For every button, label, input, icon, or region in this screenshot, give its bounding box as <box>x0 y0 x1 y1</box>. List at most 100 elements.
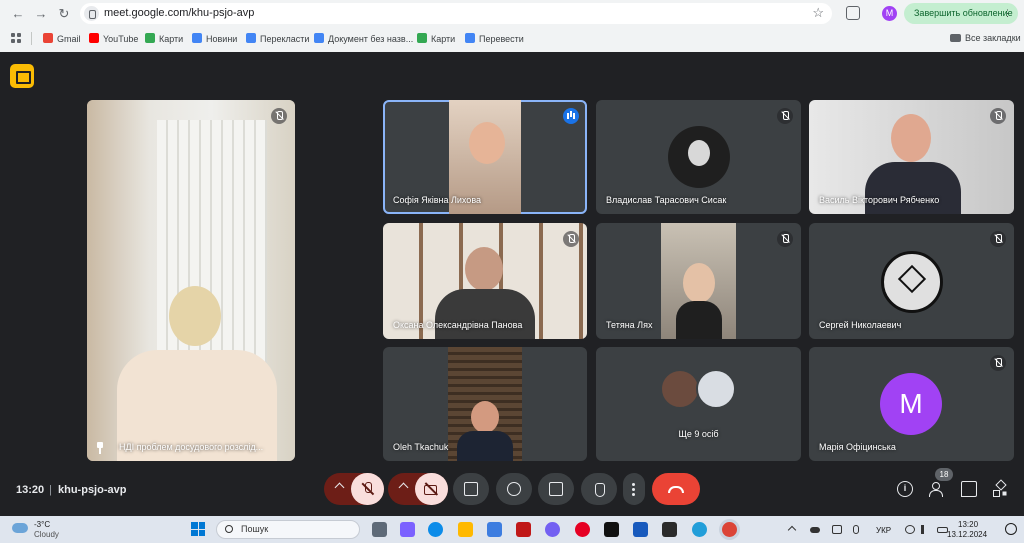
forward-icon[interactable]: → <box>33 6 49 22</box>
bookmark-translate[interactable]: Перекласти <box>246 33 309 44</box>
store-icon[interactable] <box>487 522 502 537</box>
site-info-icon[interactable] <box>84 6 99 21</box>
microphone-icon[interactable] <box>853 525 859 534</box>
bookmarks-bar: Gmail YouTube Карти Новини Перекласти До… <box>0 28 1024 50</box>
bookmark-maps-2[interactable]: Карти <box>417 33 455 44</box>
terminal-icon[interactable] <box>662 522 677 537</box>
participant-avatar: M <box>880 373 942 435</box>
people-icon[interactable] <box>929 481 945 497</box>
taskbar-search[interactable]: Пошук <box>216 520 360 539</box>
bookmark-gmail[interactable]: Gmail <box>43 33 81 44</box>
telegram-icon[interactable] <box>692 522 707 537</box>
hang-up-icon <box>668 486 684 493</box>
onedrive-icon[interactable] <box>810 527 820 533</box>
chevron-up-icon[interactable] <box>787 525 797 535</box>
bookmark-youtube[interactable]: YouTube <box>89 33 138 44</box>
menu-dots-icon[interactable]: ⋮ <box>1003 3 1012 24</box>
more-options-button[interactable] <box>623 473 645 505</box>
weather-condition[interactable]: Cloudy <box>34 530 59 539</box>
participant-tile[interactable]: M Марія Офіцинська <box>809 347 1014 461</box>
participant-name: Oleh Tkachuk <box>393 442 449 452</box>
address-bar[interactable]: meet.google.com/khu-psjo-avp ☆ <box>80 3 832 24</box>
participant-name: Тетяна Лях <box>606 320 653 330</box>
reactions-button[interactable] <box>496 473 532 505</box>
mic-off-icon <box>990 355 1006 371</box>
person-head <box>465 247 503 291</box>
activities-icon[interactable] <box>993 481 1009 497</box>
bookmark-document[interactable]: Документ без назв... <box>314 33 413 44</box>
others-tile[interactable]: Ще 9 осіб <box>596 347 801 461</box>
input-language[interactable]: УКР <box>876 526 891 535</box>
present-button[interactable] <box>538 473 574 505</box>
mic-control-group <box>324 473 384 505</box>
bookmark-maps[interactable]: Карти <box>145 33 183 44</box>
chrome-icon[interactable] <box>722 522 737 537</box>
pinned-tile[interactable]: НДІ проблем досудового розслід... <box>87 100 295 461</box>
monitor-icon[interactable] <box>832 525 842 534</box>
weather-temperature[interactable]: -3°C <box>34 520 50 529</box>
translate-icon <box>246 33 256 43</box>
cloud-icon[interactable] <box>12 523 28 533</box>
bookmark-translate-2[interactable]: Перевести <box>465 33 524 44</box>
search-icon <box>225 525 233 533</box>
gmail-icon <box>43 33 53 43</box>
mic-off-icon <box>990 231 1006 247</box>
profile-avatar[interactable]: M <box>882 6 897 21</box>
bookmark-news[interactable]: Новини <box>192 33 237 44</box>
folder-icon[interactable] <box>458 522 473 537</box>
windows-start-icon[interactable] <box>191 522 205 536</box>
notifications-icon[interactable] <box>1005 523 1017 535</box>
mic-toggle-button[interactable] <box>351 473 384 505</box>
viber-icon[interactable] <box>545 522 560 537</box>
finish-update-button[interactable]: Завершить обновление ⋮ <box>904 3 1018 24</box>
participant-tile[interactable]: Софія Яківна Лихова <box>383 100 587 214</box>
raise-hand-button[interactable] <box>581 473 617 505</box>
docs-icon <box>314 33 324 43</box>
search-placeholder: Пошук <box>241 524 269 534</box>
url-text[interactable]: meet.google.com/khu-psjo-avp <box>104 7 254 19</box>
info-icon[interactable]: i <box>897 481 913 497</box>
clock-time[interactable]: 13:20 <box>958 520 978 529</box>
windows-taskbar: -3°C Cloudy Пошук УКР 13:20 13.12.2024 <box>0 516 1024 543</box>
captions-button[interactable] <box>453 473 489 505</box>
camera-notice-icon[interactable] <box>10 64 34 88</box>
mic-off-icon <box>271 108 287 124</box>
pin-icon[interactable] <box>95 442 105 454</box>
mcafee-icon[interactable] <box>516 522 531 537</box>
mic-off-icon <box>563 231 579 247</box>
participant-tile[interactable]: Владислав Тарасович Сисак <box>596 100 801 214</box>
bookmark-star-icon[interactable]: ☆ <box>812 5 824 21</box>
word-icon[interactable] <box>633 522 648 537</box>
participant-tile[interactable]: Oleh Tkachuk <box>383 347 587 461</box>
participant-tile[interactable]: Тетяна Лях <box>596 223 801 339</box>
mic-off-icon <box>990 108 1006 124</box>
captions-icon <box>464 482 478 496</box>
reload-icon[interactable]: ↻ <box>56 6 72 22</box>
task-view-icon[interactable] <box>372 522 387 537</box>
participant-tile[interactable]: Оксана Олександрівна Панова <box>383 223 587 339</box>
clock-date[interactable]: 13.12.2024 <box>947 530 987 539</box>
back-icon[interactable]: ← <box>10 6 26 22</box>
participant-name: Василь Вікторович Рябченко <box>819 195 940 205</box>
participant-tile[interactable]: Сергей Николаевич <box>809 223 1014 339</box>
youtube-icon <box>89 33 99 43</box>
all-bookmarks[interactable]: Все закладки <box>950 33 1021 43</box>
speaking-indicator-icon <box>563 108 579 124</box>
camera-toggle-button[interactable] <box>415 473 448 505</box>
copilot-icon[interactable] <box>400 522 415 537</box>
mic-off-icon <box>777 108 793 124</box>
leave-call-button[interactable] <box>652 473 700 505</box>
extensions-icon[interactable] <box>846 6 860 20</box>
edge-icon[interactable] <box>428 522 443 537</box>
person-head <box>683 263 715 303</box>
participant-tile[interactable]: Василь Вікторович Рябченко <box>809 100 1014 214</box>
chat-icon[interactable] <box>961 481 977 497</box>
pinterest-icon[interactable] <box>575 522 590 537</box>
chevron-up-icon[interactable] <box>334 482 345 493</box>
tiktok-icon[interactable] <box>604 522 619 537</box>
speaker-icon[interactable] <box>921 525 927 534</box>
globe-icon[interactable] <box>905 525 915 534</box>
more-participants-label: Ще 9 осіб <box>678 429 719 439</box>
chevron-up-icon[interactable] <box>398 482 409 493</box>
meeting-separator: | <box>49 484 52 496</box>
